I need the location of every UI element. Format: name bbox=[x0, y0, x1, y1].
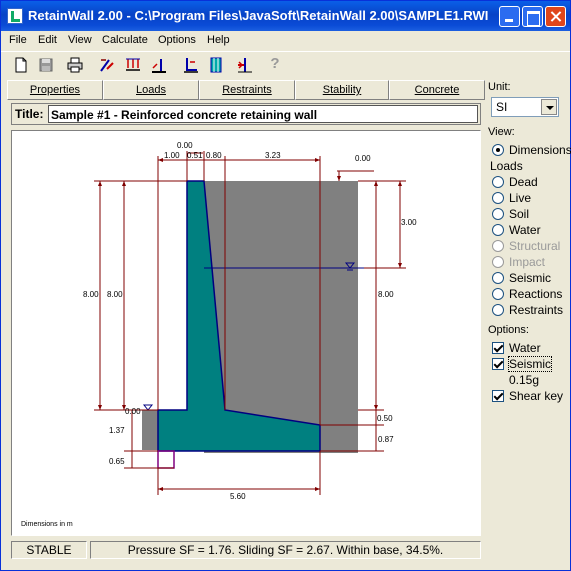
status-message: Pressure SF = 1.76. Sliding SF = 2.67. W… bbox=[90, 541, 481, 559]
new-icon[interactable] bbox=[11, 55, 31, 75]
status-state: STABLE bbox=[11, 541, 87, 559]
tab-concrete[interactable]: Concrete bbox=[389, 80, 485, 100]
maximize-button[interactable] bbox=[522, 6, 543, 27]
radio-live[interactable] bbox=[492, 192, 504, 204]
tab-stability[interactable]: Stability bbox=[295, 80, 389, 100]
toolbar: ? bbox=[1, 51, 570, 77]
tab-restraints[interactable]: Restraints bbox=[199, 80, 295, 100]
tab-loads[interactable]: Loads bbox=[103, 80, 199, 100]
menu-bar: File Edit View Calculate Options Help bbox=[1, 31, 570, 50]
title-row: Title: Sample #1 - Reinforced concrete r… bbox=[11, 103, 481, 125]
loads-label: Loads bbox=[490, 159, 523, 173]
tab-loads-label: Loads bbox=[136, 84, 166, 96]
dim-heel-slope: 0.50 bbox=[377, 414, 393, 423]
title-input[interactable]: Sample #1 - Reinforced concrete retainin… bbox=[48, 105, 478, 123]
base-water-marker-icon bbox=[142, 404, 154, 411]
radio-water[interactable] bbox=[492, 224, 504, 236]
radio-reactions[interactable] bbox=[492, 288, 504, 300]
window-title: RetainWall 2.00 - C:\Program Files\JavaS… bbox=[28, 8, 489, 23]
dim-key-depth: 0.65 bbox=[109, 457, 125, 466]
wall-drawing: 0.00 1.00 0.51 0.80 3.23 0.00 3.00 8.00 … bbox=[21, 141, 417, 528]
radio-dimensions[interactable] bbox=[492, 144, 504, 156]
dim-base-width: 5.60 bbox=[230, 492, 246, 501]
unit-label: Unit: bbox=[488, 81, 511, 93]
checkbox-shear-key-label: Shear key bbox=[509, 389, 564, 403]
radio-soil-label: Soil bbox=[509, 207, 530, 221]
dim-top-zero: 0.00 bbox=[177, 141, 193, 150]
dim-heel-width: 3.23 bbox=[265, 151, 281, 160]
tab-restraints-label: Restraints bbox=[222, 84, 272, 96]
checkbox-seismic-label: Seismic bbox=[507, 356, 553, 372]
menu-options[interactable]: Options bbox=[158, 34, 196, 46]
radio-live-label: Live bbox=[509, 191, 532, 205]
radio-dead-label: Dead bbox=[509, 175, 538, 189]
shear-key bbox=[157, 450, 175, 469]
close-button[interactable] bbox=[545, 6, 566, 27]
radio-dimensions-label: Dimensions bbox=[509, 143, 571, 157]
front-soil bbox=[142, 410, 158, 450]
radio-structural-label: Structural bbox=[509, 239, 561, 253]
app-icon[interactable] bbox=[7, 8, 23, 24]
tab-properties-label: Properties bbox=[29, 84, 81, 96]
reinforcement-icon[interactable] bbox=[235, 55, 255, 75]
radio-structural bbox=[492, 240, 504, 252]
title-bar[interactable]: RetainWall 2.00 - C:\Program Files\JavaS… bbox=[1, 1, 570, 31]
radio-seismic[interactable] bbox=[492, 272, 504, 284]
save-icon[interactable] bbox=[36, 55, 56, 75]
menu-view[interactable]: View bbox=[68, 34, 92, 46]
checkbox-water-label: Water bbox=[509, 341, 541, 355]
radio-restraints-label: Restraints bbox=[509, 303, 564, 317]
tab-properties[interactable]: Properties bbox=[7, 80, 103, 100]
radio-impact-label: Impact bbox=[509, 255, 546, 269]
minimize-button[interactable] bbox=[499, 6, 520, 27]
dim-toe-depth: 1.37 bbox=[109, 426, 125, 435]
radio-impact bbox=[492, 256, 504, 268]
checkbox-seismic[interactable] bbox=[492, 358, 504, 370]
unit-select[interactable]: SI bbox=[491, 97, 559, 117]
units-note: Dimensions in m bbox=[21, 521, 73, 528]
menu-calculate[interactable]: Calculate bbox=[102, 34, 148, 46]
options-label: Options: bbox=[488, 324, 529, 336]
radio-soil[interactable] bbox=[492, 208, 504, 220]
dim-height-right: 8.00 bbox=[378, 290, 394, 299]
checkbox-shear-key[interactable] bbox=[492, 390, 504, 402]
tab-concrete-label: Concrete bbox=[414, 84, 460, 96]
app-window: RetainWall 2.00 - C:\Program Files\JavaS… bbox=[0, 0, 571, 571]
dim-height-left-b: 8.00 bbox=[107, 290, 123, 299]
checkbox-water[interactable] bbox=[492, 342, 504, 354]
radio-dead[interactable] bbox=[492, 176, 504, 188]
dim-right-zero: 0.00 bbox=[355, 154, 371, 163]
radio-reactions-label: Reactions bbox=[509, 287, 563, 301]
dim-base-thick: 0.87 bbox=[378, 435, 394, 444]
dim-base-zero: 0.00 bbox=[125, 407, 141, 416]
properties-icon[interactable] bbox=[97, 55, 117, 75]
view-label: View: bbox=[488, 126, 515, 138]
dim-height-left-a: 8.00 bbox=[83, 290, 99, 299]
unit-value: SI bbox=[496, 100, 508, 114]
print-icon[interactable] bbox=[65, 55, 85, 75]
stability-icon[interactable] bbox=[181, 55, 201, 75]
radio-water-label: Water bbox=[509, 223, 541, 237]
loads-icon[interactable] bbox=[123, 55, 143, 75]
menu-file[interactable]: File bbox=[9, 34, 27, 46]
title-label: Title: bbox=[15, 107, 44, 121]
radio-restraints[interactable] bbox=[492, 304, 504, 316]
concrete-icon[interactable] bbox=[206, 55, 226, 75]
restraints-icon[interactable] bbox=[149, 55, 169, 75]
radio-seismic-label: Seismic bbox=[509, 271, 552, 285]
dim-stem-base: 0.80 bbox=[206, 151, 222, 160]
help-icon[interactable]: ? bbox=[265, 55, 285, 75]
chevron-down-icon[interactable] bbox=[541, 99, 557, 115]
dim-toe-width: 1.00 bbox=[164, 151, 180, 160]
menu-edit[interactable]: Edit bbox=[38, 34, 57, 46]
tab-stability-label: Stability bbox=[322, 84, 362, 96]
menu-help[interactable]: Help bbox=[207, 34, 230, 46]
dim-water-depth: 3.00 bbox=[401, 218, 417, 227]
drawing-canvas[interactable]: 0.00 1.00 0.51 0.80 3.23 0.00 3.00 8.00 … bbox=[11, 130, 481, 536]
seismic-coefficient: 0.15g bbox=[509, 373, 540, 387]
dim-stem-top: 0.51 bbox=[187, 151, 203, 160]
